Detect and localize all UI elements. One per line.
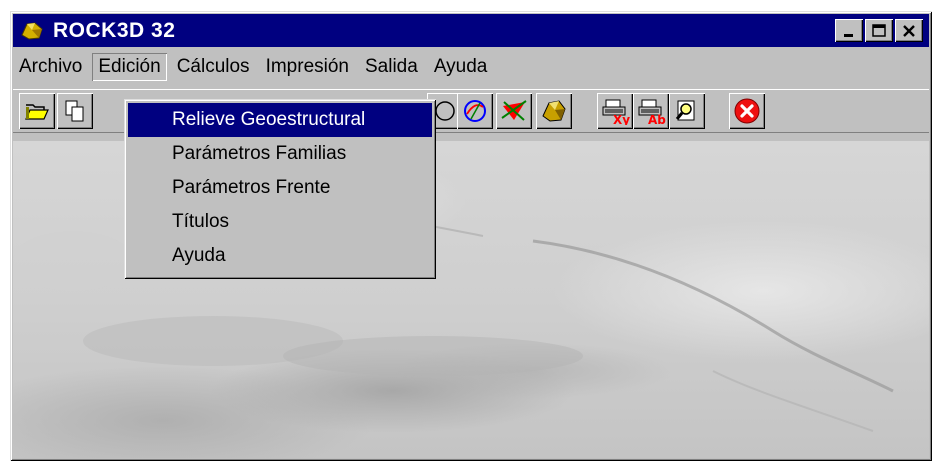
window-title: ROCK3D 32: [53, 18, 176, 42]
minimize-button[interactable]: [835, 19, 863, 42]
printer-xy-icon: Xy: [602, 99, 630, 125]
printer-ab-icon: Ab: [638, 99, 666, 125]
sphere-icon: [435, 101, 455, 121]
print-xy-button[interactable]: Xy: [597, 93, 633, 129]
copy-button[interactable]: [57, 93, 93, 129]
title-bar[interactable]: ROCK3D 32: [13, 14, 929, 47]
stereonet-icon: [464, 100, 486, 122]
maximize-button[interactable]: [865, 19, 893, 42]
close-icon: [903, 24, 915, 37]
edicion-dropdown-menu: Relieve Geoestructural Parámetros Famili…: [124, 99, 436, 279]
close-button[interactable]: [895, 19, 923, 42]
print-ab-button[interactable]: Ab: [633, 93, 669, 129]
exit-button[interactable]: [729, 93, 765, 129]
copy-icon: [65, 100, 84, 122]
svg-text:Xy: Xy: [613, 113, 630, 125]
menu-impresion[interactable]: Impresión: [260, 53, 355, 81]
menu-archivo[interactable]: Archivo: [13, 53, 88, 81]
magnifier-icon: [675, 100, 695, 121]
wedge-icon: [501, 100, 527, 121]
menu-parametros-frente[interactable]: Parámetros Frente: [128, 171, 432, 205]
wedge-button[interactable]: [496, 93, 532, 129]
rock-app-icon: [19, 20, 45, 42]
open-button[interactable]: [19, 93, 55, 129]
menu-titulos[interactable]: Títulos: [128, 205, 432, 239]
svg-text:Ab: Ab: [648, 113, 666, 125]
maximize-icon: [872, 24, 886, 37]
app-window: ROCK3D 32 Archivo Edición Cálculos Impre…: [10, 11, 932, 461]
exit-icon: [734, 98, 760, 124]
menu-parametros-familias[interactable]: Parámetros Familias: [128, 137, 432, 171]
menu-ayuda-item[interactable]: Ayuda: [128, 239, 432, 273]
menu-edicion[interactable]: Edición: [92, 53, 166, 81]
menu-ayuda[interactable]: Ayuda: [428, 53, 494, 81]
menu-salida[interactable]: Salida: [359, 53, 424, 81]
rock-block-icon: [542, 100, 566, 122]
menu-bar: Archivo Edición Cálculos Impresión Salid…: [13, 51, 929, 83]
menu-relieve-geoestructural[interactable]: Relieve Geoestructural: [128, 103, 432, 137]
preview-button[interactable]: [669, 93, 705, 129]
rock-block-button[interactable]: [536, 93, 572, 129]
stereonet-button[interactable]: [457, 93, 493, 129]
menu-calculos[interactable]: Cálculos: [171, 53, 256, 81]
minimize-icon: [844, 33, 853, 37]
open-folder-icon: [25, 104, 49, 120]
